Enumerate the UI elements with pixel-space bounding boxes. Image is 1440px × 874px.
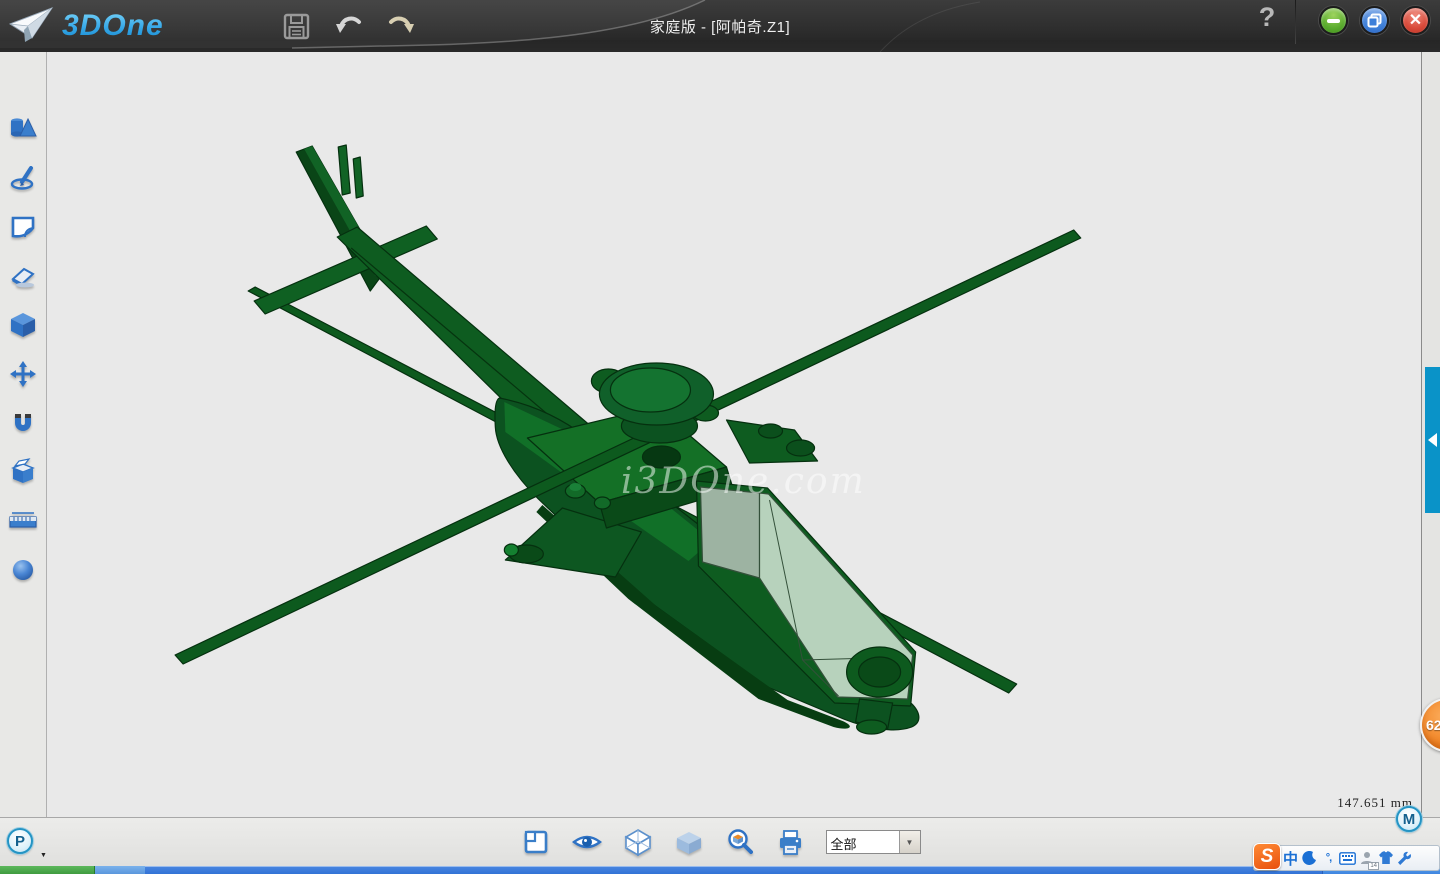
bottom-toolbar: P ▼ <box>0 817 1440 866</box>
m-badge[interactable]: M <box>1396 806 1422 832</box>
tail-rotor-blade <box>338 145 350 195</box>
move-tool-button[interactable] <box>6 356 40 391</box>
rotor-blade-front <box>175 230 1081 664</box>
keyboard-icon <box>1339 852 1356 865</box>
wireframe-view-button[interactable] <box>622 826 654 858</box>
wrench-icon <box>1397 851 1412 866</box>
wireframe-cube-icon <box>624 828 652 856</box>
magnet-tool-button[interactable] <box>6 405 40 440</box>
selection-filter-dropdown[interactable]: 全部 ▼ <box>826 830 921 854</box>
main-area: i3DOne.com 147.651 mm <box>0 52 1440 817</box>
ime-account-button[interactable]: 14 <box>1357 847 1376 869</box>
redo-icon <box>387 14 415 38</box>
minimize-icon <box>1327 19 1340 23</box>
save-button[interactable] <box>282 11 312 41</box>
eraser-tool-button[interactable] <box>6 258 40 293</box>
primitives-icon <box>9 116 37 142</box>
moon-icon <box>1302 851 1317 866</box>
tail-rotor-blade <box>353 157 363 198</box>
undo-icon <box>335 14 363 38</box>
move-icon <box>9 360 37 388</box>
zoom-fit-button[interactable] <box>724 826 756 858</box>
view-controls: 全部 ▼ <box>0 818 1440 866</box>
close-button[interactable]: ✕ <box>1401 6 1430 35</box>
ime-punctuation-toggle[interactable]: °, <box>1319 847 1338 869</box>
material-tool-button[interactable] <box>6 552 40 587</box>
os-taskbar[interactable] <box>0 866 1440 874</box>
ime-language-toggle[interactable]: 中 <box>1281 847 1300 869</box>
taskbar-start-segment[interactable] <box>0 866 95 874</box>
shaded-cube-icon <box>675 829 703 855</box>
dropdown-arrow-icon: ▼ <box>899 831 920 853</box>
app-logo: 3DOne <box>0 6 164 46</box>
print-button[interactable] <box>775 826 807 858</box>
special-shape-icon <box>9 458 37 485</box>
ime-logo[interactable]: S <box>1253 843 1281 870</box>
eye-icon <box>572 831 602 853</box>
ime-keyboard-button[interactable] <box>1338 847 1357 869</box>
save-icon <box>283 13 310 40</box>
view-plane-icon <box>523 829 549 855</box>
titlebar: 3DOne 家庭版 - [阿帕奇.Z1] ? <box>0 0 1440 52</box>
redo-button[interactable] <box>386 11 416 41</box>
sketch-tool-button[interactable] <box>6 160 40 195</box>
help-button[interactable]: ? <box>1252 2 1282 40</box>
zoom-icon <box>726 828 754 856</box>
canopy-glass <box>700 487 759 578</box>
shaded-view-button[interactable] <box>673 826 705 858</box>
chevron-left-icon <box>1428 433 1437 447</box>
solid-cube-icon <box>9 311 37 338</box>
restore-icon <box>1367 13 1382 28</box>
taskbar-quicklaunch-segment[interactable] <box>95 866 145 874</box>
sketch-icon <box>9 165 37 191</box>
helicopter-model[interactable] <box>47 52 1421 817</box>
selection-filter-value: 全部 <box>827 831 899 853</box>
surface-icon <box>9 214 37 240</box>
window-title: 家庭版 - [阿帕奇.Z1] <box>0 16 1440 37</box>
visibility-button[interactable] <box>571 826 603 858</box>
taskbar-main-segment[interactable] <box>145 866 1322 874</box>
undo-button[interactable] <box>334 11 364 41</box>
ime-account-level: 14 <box>1368 862 1379 870</box>
viewport-canvas[interactable]: i3DOne.com 147.651 mm <box>47 52 1421 817</box>
material-sphere-icon <box>10 557 36 583</box>
titlebar-separator <box>1295 0 1296 44</box>
restore-button[interactable] <box>1360 6 1389 35</box>
measure-tool-button[interactable] <box>6 503 40 538</box>
tshirt-icon <box>1378 851 1394 865</box>
eraser-icon <box>9 263 37 289</box>
close-icon: ✕ <box>1409 13 1422 29</box>
measure-icon <box>8 509 38 533</box>
datum-plane-button[interactable] <box>520 826 552 858</box>
window-controls: ✕ <box>1319 6 1430 35</box>
app-logo-text: 3DOne <box>62 9 164 43</box>
ime-fullwidth-toggle[interactable] <box>1300 847 1319 869</box>
ime-toolbar: S 中 °, 14 <box>1253 845 1440 871</box>
surface-tool-button[interactable] <box>6 209 40 244</box>
primitives-tool-button[interactable] <box>6 111 40 146</box>
minimize-button[interactable] <box>1319 6 1348 35</box>
ime-settings-button[interactable] <box>1395 847 1414 869</box>
special-shape-tool-button[interactable] <box>6 454 40 489</box>
print-icon <box>777 829 804 856</box>
left-toolbar <box>0 52 47 817</box>
solid-cube-tool-button[interactable] <box>6 307 40 342</box>
magnet-icon <box>9 410 37 436</box>
paper-plane-icon <box>8 6 54 46</box>
panel-expand-tab[interactable] <box>1425 367 1440 513</box>
file-actions <box>282 11 416 41</box>
